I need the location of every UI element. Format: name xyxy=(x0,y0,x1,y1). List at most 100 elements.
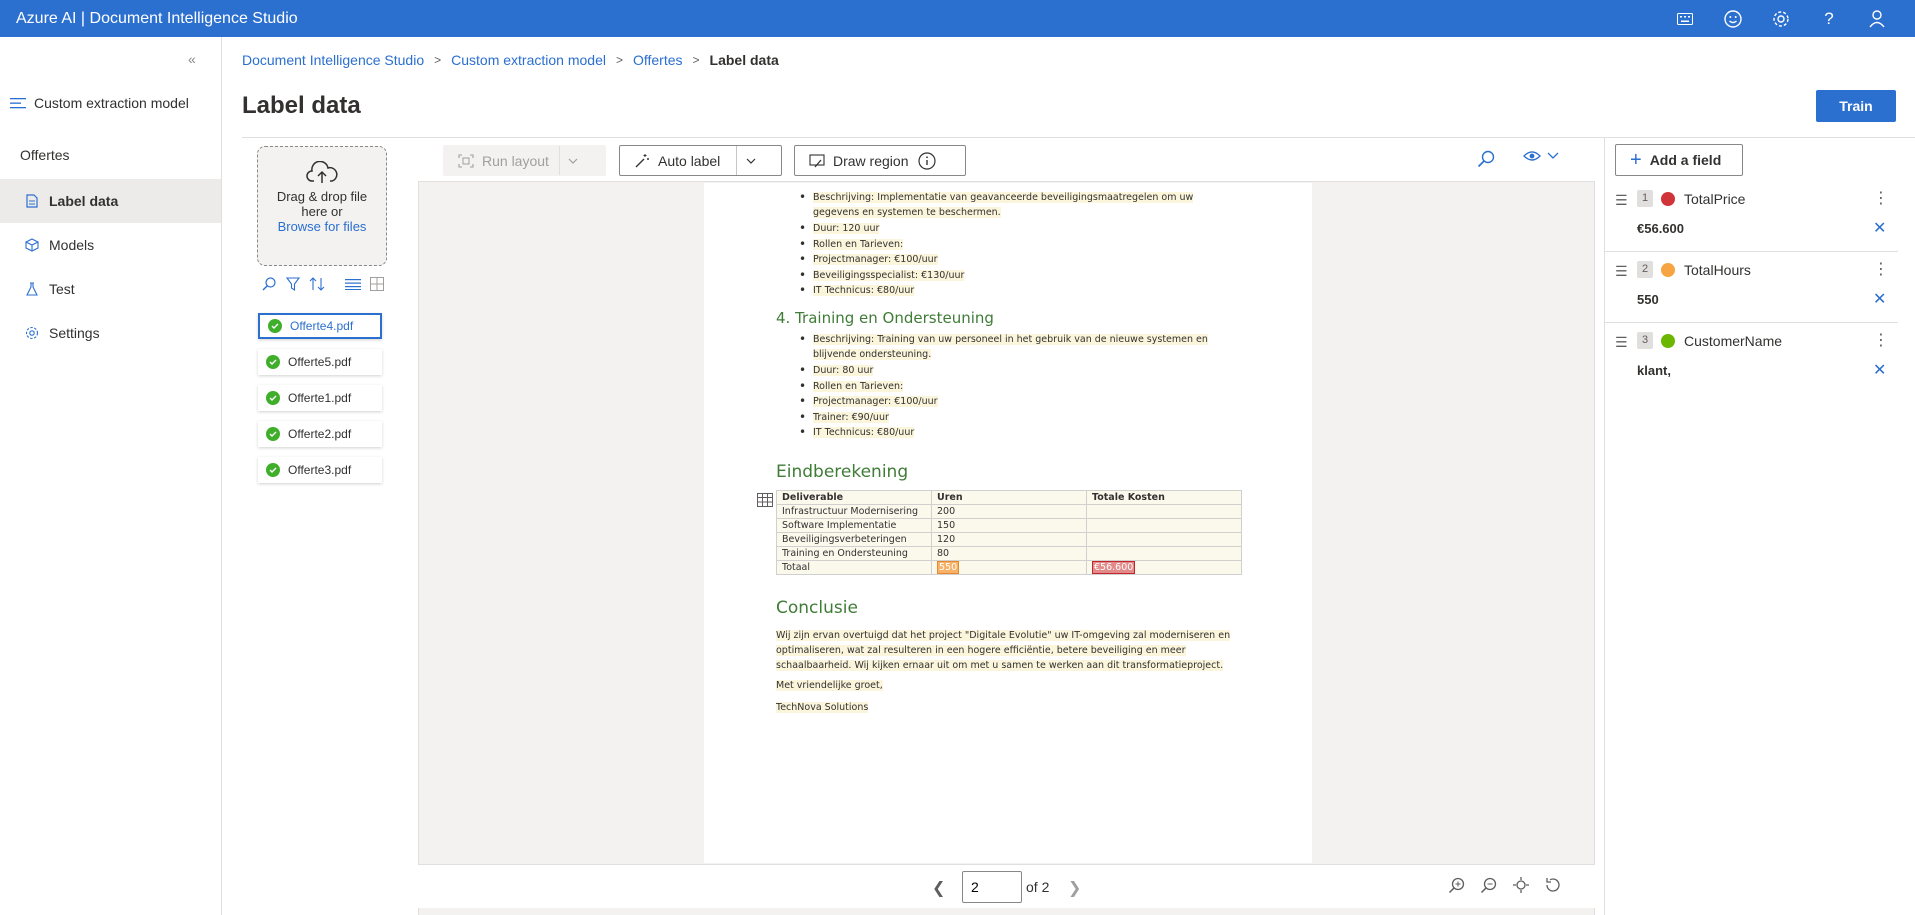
file-name: Offerte3.pdf xyxy=(288,463,352,477)
zoom-out-icon[interactable] xyxy=(1480,876,1498,894)
collapse-nav-icon[interactable]: « xyxy=(188,51,196,67)
draw-region-icon xyxy=(809,153,825,168)
drag-handle-icon[interactable]: ☰ xyxy=(1615,334,1628,351)
run-layout-button[interactable]: Run layout xyxy=(443,145,606,176)
breadcrumb-project[interactable]: Offertes xyxy=(633,52,683,68)
page-title: Label data xyxy=(242,92,361,119)
field-number: 2 xyxy=(1637,261,1653,278)
rotate-icon[interactable] xyxy=(1544,876,1562,894)
doc-text: optimaliseren, wat zal resulteren in een… xyxy=(776,645,1186,656)
help-icon[interactable]: ? xyxy=(1805,0,1853,37)
table-cell: 120 xyxy=(931,532,1087,547)
field-color-dot[interactable] xyxy=(1661,334,1675,348)
file-dropzone[interactable]: Drag & drop file here or Browse for file… xyxy=(257,146,387,266)
doc-text: Met vriendelijke groet, xyxy=(776,680,883,691)
layout-scan-icon xyxy=(458,153,474,168)
app-title: Azure AI | Document Intelligence Studio xyxy=(16,9,298,27)
file-item-offerte1[interactable]: Offerte1.pdf xyxy=(258,385,382,411)
doc-section-heading: Conclusie xyxy=(776,598,858,618)
doc-bullet: Duur: 80 uur xyxy=(799,363,874,377)
magic-wand-icon xyxy=(634,153,650,169)
feedback-smiley-icon[interactable] xyxy=(1709,0,1757,37)
account-icon[interactable] xyxy=(1853,0,1901,37)
flask-icon xyxy=(25,282,39,296)
document-search-icon[interactable] xyxy=(1477,150,1495,168)
add-field-label: Add a field xyxy=(1649,152,1722,168)
table-row: Totaal 550 €56.600 xyxy=(776,560,1242,575)
filter-icon[interactable] xyxy=(284,275,302,293)
grid-view-icon[interactable] xyxy=(368,275,386,293)
visibility-toggle[interactable] xyxy=(1523,150,1559,162)
table-cell: Infrastructuur Modernisering xyxy=(776,504,932,519)
table-header-cell: Uren xyxy=(931,490,1087,505)
field-name: TotalPrice xyxy=(1684,191,1746,207)
document-toolbar: Run layout Auto label Draw region xyxy=(418,138,1595,182)
close-icon[interactable]: ✕ xyxy=(1873,289,1886,309)
more-options-icon[interactable]: ⋮ xyxy=(1873,259,1889,279)
upload-cloud-icon xyxy=(306,161,338,183)
table-icon[interactable] xyxy=(757,493,773,507)
file-tools xyxy=(260,275,386,293)
settings-gear-icon[interactable] xyxy=(1757,0,1805,37)
file-item-offerte4[interactable]: Offerte4.pdf xyxy=(258,313,382,339)
file-name: Offerte1.pdf xyxy=(288,391,352,405)
zoom-in-icon[interactable] xyxy=(1448,876,1466,894)
train-button[interactable]: Train xyxy=(1816,90,1896,122)
draw-region-label: Draw region xyxy=(833,152,909,169)
labeled-total-hours[interactable]: 550 xyxy=(937,561,960,574)
breadcrumb-custom-extraction[interactable]: Custom extraction model xyxy=(451,52,606,68)
chevron-left-icon[interactable]: ❮ xyxy=(932,878,945,898)
table-cell xyxy=(1086,546,1242,561)
drag-handle-icon[interactable]: ☰ xyxy=(1615,263,1628,280)
sidebar-item-test[interactable]: Test xyxy=(0,267,221,311)
file-item-offerte2[interactable]: Offerte2.pdf xyxy=(258,421,382,447)
chevron-right-icon[interactable]: ❯ xyxy=(1068,878,1081,898)
table-header-row: Deliverable Uren Totale Kosten xyxy=(776,490,1242,505)
table-row: Training en Ondersteuning 80 xyxy=(776,546,1242,561)
auto-label-button[interactable]: Auto label xyxy=(619,145,782,176)
more-options-icon[interactable]: ⋮ xyxy=(1873,188,1889,208)
table-cell xyxy=(1086,504,1242,519)
sidebar-item-models[interactable]: Models xyxy=(0,223,221,267)
chevron-right-icon: > xyxy=(434,53,442,67)
nav-header-label: Custom extraction model xyxy=(34,95,189,111)
field-color-dot[interactable] xyxy=(1661,263,1675,277)
chevron-down-icon[interactable] xyxy=(736,146,764,175)
sidebar-item-label-data[interactable]: Label data xyxy=(0,179,221,223)
sidebar-item-label: Models xyxy=(49,237,95,253)
table-cell: 80 xyxy=(931,546,1087,561)
breadcrumb-current: Label data xyxy=(709,52,779,68)
sidebar-item-settings[interactable]: Settings xyxy=(0,311,221,355)
field-item-totalprice[interactable]: ☰ 1 TotalPrice ⋮ €56.600 ✕ xyxy=(1605,182,1898,252)
fit-to-page-icon[interactable] xyxy=(1512,876,1530,894)
add-field-button[interactable]: + Add a field xyxy=(1615,144,1743,176)
search-icon[interactable] xyxy=(260,275,278,293)
more-options-icon[interactable]: ⋮ xyxy=(1873,330,1889,350)
field-item-totalhours[interactable]: ☰ 2 TotalHours ⋮ 550 ✕ xyxy=(1605,253,1898,323)
nav-model-type[interactable]: Custom extraction model xyxy=(10,95,189,111)
table-header-cell: Deliverable xyxy=(776,490,932,505)
page-number-input[interactable] xyxy=(962,871,1022,903)
file-item-offerte3[interactable]: Offerte3.pdf xyxy=(258,457,382,483)
cube-icon xyxy=(25,238,39,252)
doc-bullet: Beschrijving: Training van uw personeel … xyxy=(799,332,1208,346)
list-view-icon[interactable] xyxy=(344,275,362,293)
info-icon[interactable] xyxy=(918,151,937,170)
breadcrumb: Document Intelligence Studio > Custom ex… xyxy=(242,52,779,68)
field-number: 1 xyxy=(1637,190,1653,207)
dropzone-text-1: Drag & drop file xyxy=(276,189,368,204)
chevron-down-icon[interactable] xyxy=(558,146,587,175)
close-icon[interactable]: ✕ xyxy=(1873,360,1886,380)
field-item-customername[interactable]: ☰ 3 CustomerName ⋮ klant, ✕ xyxy=(1605,324,1898,394)
keyboard-icon[interactable] xyxy=(1661,0,1709,37)
draw-region-button[interactable]: Draw region xyxy=(794,145,966,176)
drag-handle-icon[interactable]: ☰ xyxy=(1615,192,1628,209)
file-item-offerte5[interactable]: Offerte5.pdf xyxy=(258,349,382,375)
plus-icon: + xyxy=(1630,149,1642,171)
browse-files-link[interactable]: Browse for files xyxy=(258,219,386,234)
labeled-total-price[interactable]: €56.600 xyxy=(1092,561,1136,574)
sort-icon[interactable] xyxy=(308,275,326,293)
close-icon[interactable]: ✕ xyxy=(1873,218,1886,238)
breadcrumb-studio[interactable]: Document Intelligence Studio xyxy=(242,52,424,68)
field-color-dot[interactable] xyxy=(1661,192,1675,206)
